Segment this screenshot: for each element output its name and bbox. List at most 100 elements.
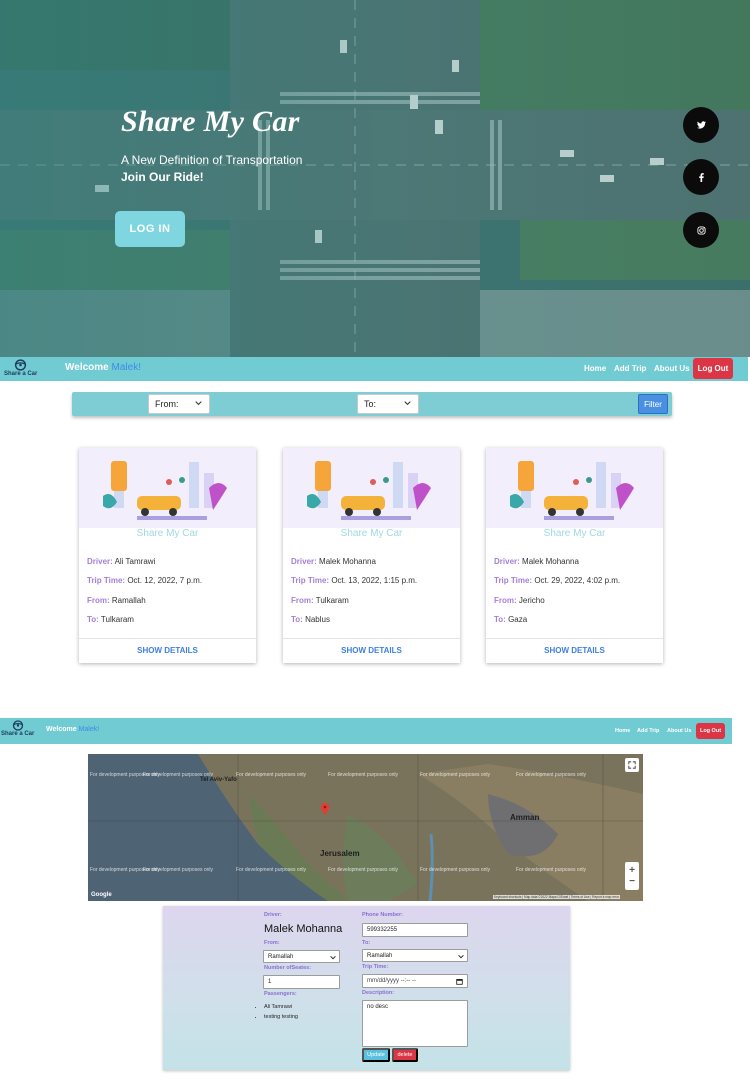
card-driver-value: Ali Tamrawi: [114, 557, 156, 566]
zoom-in-button[interactable]: +: [629, 865, 635, 876]
card-to: To: Gaza: [494, 615, 527, 624]
map-label-jerusalem: Jerusalem: [320, 849, 360, 858]
from-label: From:: [264, 940, 280, 946]
trip-card: Share My Car Driver: Malek Mohanna Trip …: [486, 448, 663, 663]
to-select[interactable]: Ramallah: [362, 949, 468, 962]
card-from-label: From:: [291, 596, 314, 605]
zoom-controls: + −: [625, 862, 639, 890]
nav-link-home[interactable]: Home: [615, 728, 630, 734]
show-details-button[interactable]: SHOW DETAILS: [486, 646, 663, 655]
driver-name: Malek Mohanna: [264, 923, 343, 935]
hero-tagline: A New Definition of Transportation: [121, 153, 303, 167]
zoom-out-button[interactable]: −: [629, 876, 635, 887]
trip-time-input[interactable]: mm/dd/yyyy --:-- --: [362, 974, 468, 988]
carpool-illustration: [283, 448, 460, 528]
map-watermark: For development purposes only: [420, 772, 491, 778]
trip-time-label: Trip Time:: [362, 964, 389, 970]
passenger-item: testing testing: [264, 1014, 298, 1020]
instagram-button[interactable]: [683, 212, 719, 248]
calendar-icon[interactable]: [456, 978, 463, 985]
fullscreen-button[interactable]: [625, 758, 639, 772]
show-details-button[interactable]: SHOW DETAILS: [79, 646, 256, 655]
nav-link-about-us[interactable]: About Us: [654, 364, 690, 373]
chevron-down-icon: [195, 401, 202, 406]
to-select[interactable]: To:: [357, 394, 419, 414]
from-select-value: Ramallah: [268, 953, 294, 960]
carpool-illustration: [79, 448, 256, 528]
card-time-label: Trip Time:: [87, 576, 126, 585]
logout-button[interactable]: Log Out: [696, 723, 725, 739]
card-divider: [79, 638, 256, 639]
page: Share My Car A New Definition of Transpo…: [0, 0, 750, 1080]
card-to-label: To:: [291, 615, 303, 624]
card-divider: [486, 638, 663, 639]
phone-label: Phone Number:: [362, 912, 403, 918]
filter-button[interactable]: Filter: [638, 394, 668, 414]
card-time-value: Oct. 29, 2022, 4:02 p.m.: [534, 576, 621, 585]
trip-time-placeholder: mm/dd/yyyy --:-- --: [367, 978, 416, 984]
map-watermark: For development purposes only: [516, 867, 587, 873]
trip-card: Share My Car Driver: Malek Mohanna Trip …: [283, 448, 460, 663]
card-from-label: From:: [494, 596, 517, 605]
nav-link-about-us[interactable]: About Us: [667, 728, 691, 734]
logout-button[interactable]: Log Out: [693, 358, 733, 379]
google-logo: Google: [91, 892, 112, 898]
hero-overlay: [0, 0, 750, 357]
map-label-tel-aviv: Tel Aviv-Yafo: [200, 777, 237, 783]
chevron-down-icon: [330, 955, 336, 960]
map-attribution[interactable]: Keyboard shortcuts | Map data ©2022 Mapa…: [493, 895, 621, 899]
nav-link-add-trip[interactable]: Add Trip: [637, 728, 659, 734]
map-watermark: For development purposes only: [143, 867, 214, 873]
show-details-button[interactable]: SHOW DETAILS: [283, 646, 460, 655]
chevron-down-icon: [404, 401, 411, 406]
site-logo[interactable]: Share a Car: [1, 720, 34, 737]
delete-button[interactable]: delete: [392, 1048, 418, 1062]
twitter-button[interactable]: [683, 107, 719, 143]
card-driver-label: Driver:: [291, 557, 317, 566]
card-from: From: Jericho: [494, 596, 545, 605]
chevron-down-icon: [458, 954, 464, 959]
from-select[interactable]: From:: [148, 394, 210, 414]
card-from-label: From:: [87, 596, 110, 605]
trip-card: Share My Car Driver: Ali Tamrawi Trip Ti…: [79, 448, 256, 663]
card-trip-time: Trip Time: Oct. 12, 2022, 7 p.m.: [87, 576, 202, 585]
hero-section: Share My Car A New Definition of Transpo…: [0, 0, 750, 357]
map-watermark: For development purposes only: [420, 867, 491, 873]
to-select-value: Ramallah: [367, 952, 393, 959]
carpool-illustration: [486, 448, 663, 528]
description-textarea[interactable]: no desc: [362, 1000, 468, 1047]
steering-wheel-icon: [12, 720, 23, 731]
nav-link-home[interactable]: Home: [584, 364, 606, 373]
steering-wheel-icon: [15, 359, 27, 371]
card-time-label: Trip Time:: [291, 576, 330, 585]
card-title: Share My Car: [340, 528, 403, 539]
twitter-icon: [696, 121, 706, 129]
card-to-label: To:: [494, 615, 506, 624]
card-driver-label: Driver:: [87, 557, 113, 566]
facebook-button[interactable]: [683, 159, 719, 195]
from-select[interactable]: Ramallah: [263, 950, 340, 963]
update-button[interactable]: Update: [362, 1048, 390, 1062]
trip-map[interactable]: For development purposes only For develo…: [88, 754, 643, 901]
site-logo[interactable]: Share a Car: [4, 359, 37, 377]
welcome-label: Welcome: [46, 726, 77, 733]
hero-login-button[interactable]: LOG IN: [115, 211, 185, 247]
nav-link-add-trip[interactable]: Add Trip: [614, 364, 646, 373]
card-driver: Driver: Malek Mohanna: [494, 557, 579, 566]
card-time-label: Trip Time:: [494, 576, 533, 585]
card-driver: Driver: Ali Tamrawi: [87, 557, 155, 566]
card-divider: [283, 638, 460, 639]
map-watermark: For development purposes only: [328, 867, 399, 873]
welcome-label: Welcome: [65, 362, 109, 373]
map-label-amman: Amman: [510, 813, 540, 822]
phone-input[interactable]: 599332255: [362, 923, 468, 937]
card-trip-time: Trip Time: Oct. 13, 2022, 1:15 p.m.: [291, 576, 417, 585]
card-to-label: To:: [87, 615, 99, 624]
card-trip-time: Trip Time: Oct. 29, 2022, 4:02 p.m.: [494, 576, 620, 585]
driver-label: Driver:: [264, 912, 282, 918]
welcome-username: Malek!: [111, 362, 141, 373]
card-driver: Driver: Malek Mohanna: [291, 557, 376, 566]
instagram-icon: [696, 225, 706, 235]
welcome-message: Welcome Malek!: [46, 726, 99, 733]
seats-input[interactable]: 1: [263, 975, 340, 989]
